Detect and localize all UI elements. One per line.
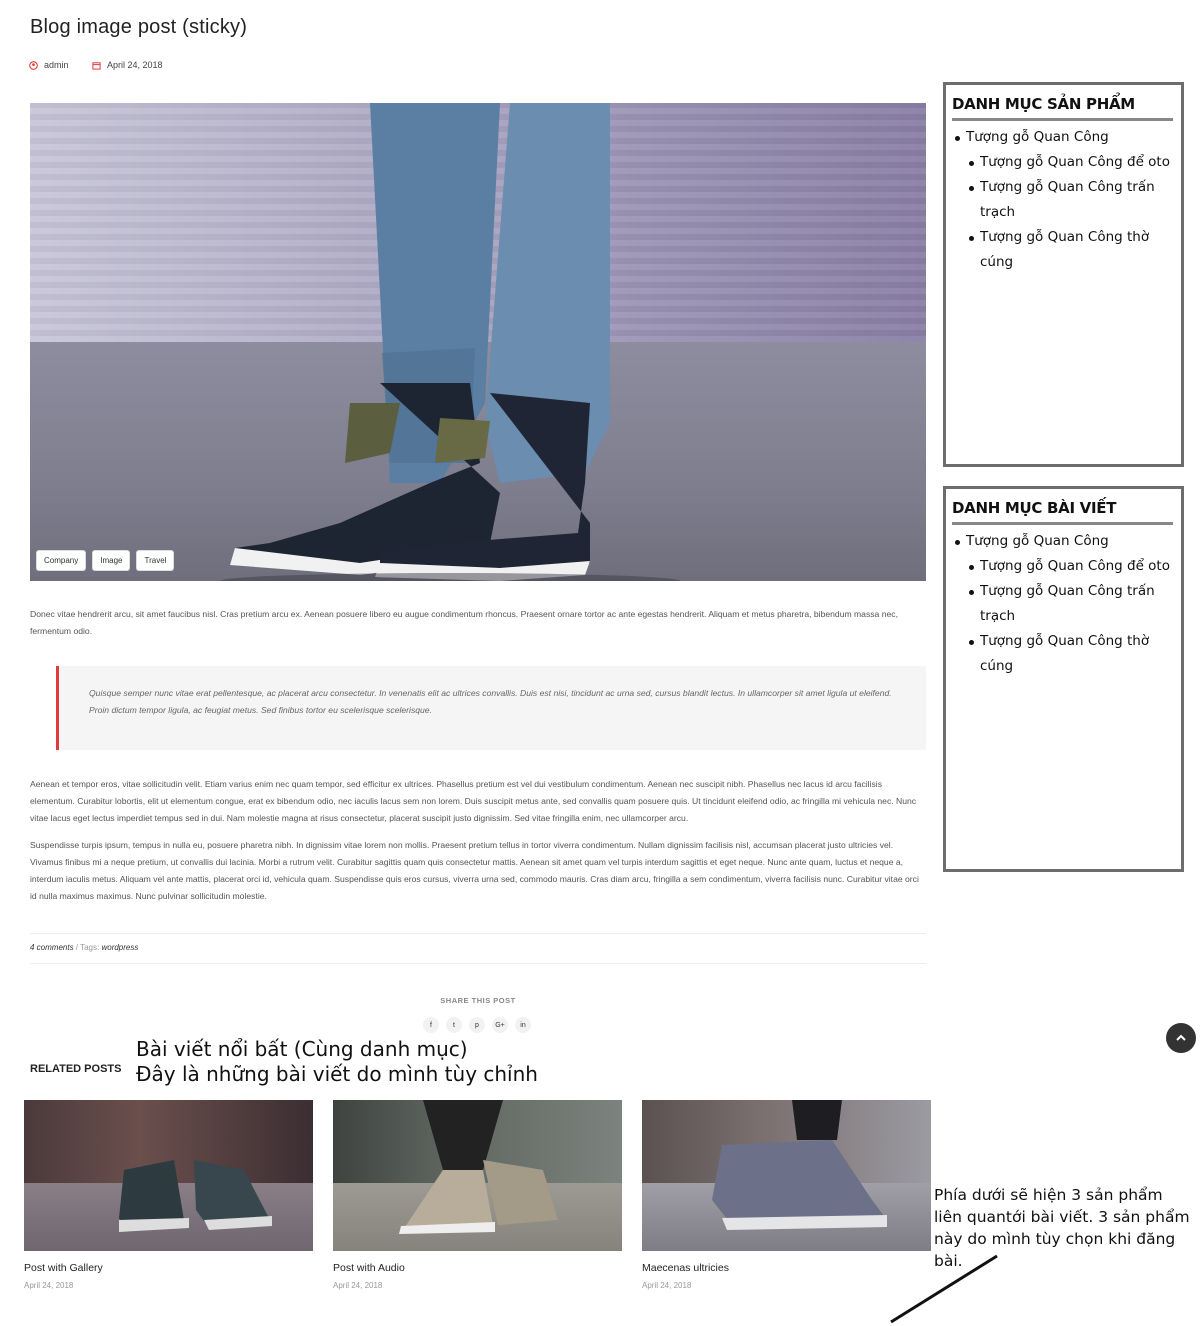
category-item[interactable]: Tượng gỗ Quan Công trấn trạch [952,175,1177,225]
sneakers-illustration [220,103,680,581]
related-date-3: April 24, 2018 [642,1281,692,1290]
related-thumb-1[interactable] [24,1100,313,1251]
divider-bottom [30,963,926,964]
category-item[interactable]: Tượng gỗ Quan Công [952,125,1177,150]
calendar-icon [92,61,101,70]
post-categories-list: Tượng gỗ Quan Công Tượng gỗ Quan Công để… [952,529,1177,679]
related-thumb-3[interactable] [642,1100,931,1251]
author-name: admin [44,60,69,70]
post-title: Blog image post (sticky) [30,16,248,38]
post-author[interactable]: admin [29,60,69,70]
image-tags: Company Image Travel [37,551,174,570]
blockquote: Quisque semper nunc vitae erat pellentes… [56,666,926,750]
related-title-1[interactable]: Post with Gallery [24,1262,103,1274]
annotation-products-line2: liên quantới bài viết. 3 sản phẩm [934,1208,1190,1226]
category-item[interactable]: Tượng gỗ Quan Công thờ cúng [952,225,1177,275]
widget-underline [952,118,1173,121]
date-text: April 24, 2018 [107,60,163,70]
paragraph-1: Donec vitae hendrerit arcu, sit amet fau… [30,609,898,636]
twitter-icon[interactable]: t [446,1017,462,1033]
comments-link[interactable]: 4 comments [30,943,74,952]
annotation-featured-line2: Đây là những bài viết do mình tùy chỉnh [136,1062,538,1086]
user-icon [29,60,38,70]
facebook-icon[interactable]: f [423,1017,439,1033]
product-categories-title: DANH MỤC SẢN PHẨM [952,95,1135,113]
related-title-2[interactable]: Post with Audio [333,1262,405,1274]
paragraph-2: Aenean et tempor eros, vitae sollicitudi… [30,779,917,823]
share-icons: f t p G+ in [423,1017,531,1033]
product-categories-widget: DANH MỤC SẢN PHẨM Tượng gỗ Quan Công Tượ… [943,82,1184,467]
tags-label: Tags: [80,943,100,952]
annotation-featured: Bài viết nổi bất (Cùng danh mục) Đây là … [136,1037,538,1087]
category-item[interactable]: Tượng gỗ Quan Công để oto [952,554,1177,579]
quote-text: Quisque semper nunc vitae erat pellentes… [89,688,892,715]
annotation-products-line1: Phía dưới sẽ hiện 3 sản phẩm [934,1186,1163,1204]
post-categories-title: DANH MỤC BÀI VIẾT [952,499,1117,517]
featured-image [30,103,926,581]
category-item[interactable]: Tượng gỗ Quan Công [952,529,1177,554]
related-posts-heading: RELATED POSTS [30,1063,122,1075]
annotation-arrow-line [890,1254,998,1324]
tag-link[interactable]: wordpress [101,943,138,952]
category-item[interactable]: Tượng gỗ Quan Công thờ cúng [952,629,1177,679]
related-date-1: April 24, 2018 [24,1281,74,1290]
tag-image[interactable]: Image [93,551,130,570]
tag-travel[interactable]: Travel [137,551,174,570]
pinterest-icon[interactable]: p [469,1017,485,1033]
product-categories-list: Tượng gỗ Quan Công Tượng gỗ Quan Công để… [952,125,1177,275]
linkedin-icon[interactable]: in [515,1017,531,1033]
post-date: April 24, 2018 [92,60,163,70]
category-item[interactable]: Tượng gỗ Quan Công để oto [952,150,1177,175]
tag-company[interactable]: Company [37,551,86,570]
category-item[interactable]: Tượng gỗ Quan Công trấn trạch [952,579,1177,629]
google-plus-icon[interactable]: G+ [492,1017,508,1033]
share-title: SHARE THIS POST [440,996,516,1005]
chevron-up-icon [1176,1034,1186,1041]
widget-underline [952,522,1173,525]
post-categories-widget: DANH MỤC BÀI VIẾT Tượng gỗ Quan Công Tượ… [943,486,1184,872]
related-date-2: April 24, 2018 [333,1281,383,1290]
divider-top [30,933,926,934]
post-footer-meta: 4 comments / Tags: wordpress [30,943,138,952]
back-to-top-button[interactable] [1166,1023,1196,1053]
paragraph-3: Suspendisse turpis ipsum, tempus in null… [30,840,919,901]
annotation-featured-line1: Bài viết nổi bất (Cùng danh mục) [136,1037,468,1061]
related-thumb-2[interactable] [333,1100,622,1251]
related-title-3[interactable]: Maecenas ultricies [642,1262,729,1274]
